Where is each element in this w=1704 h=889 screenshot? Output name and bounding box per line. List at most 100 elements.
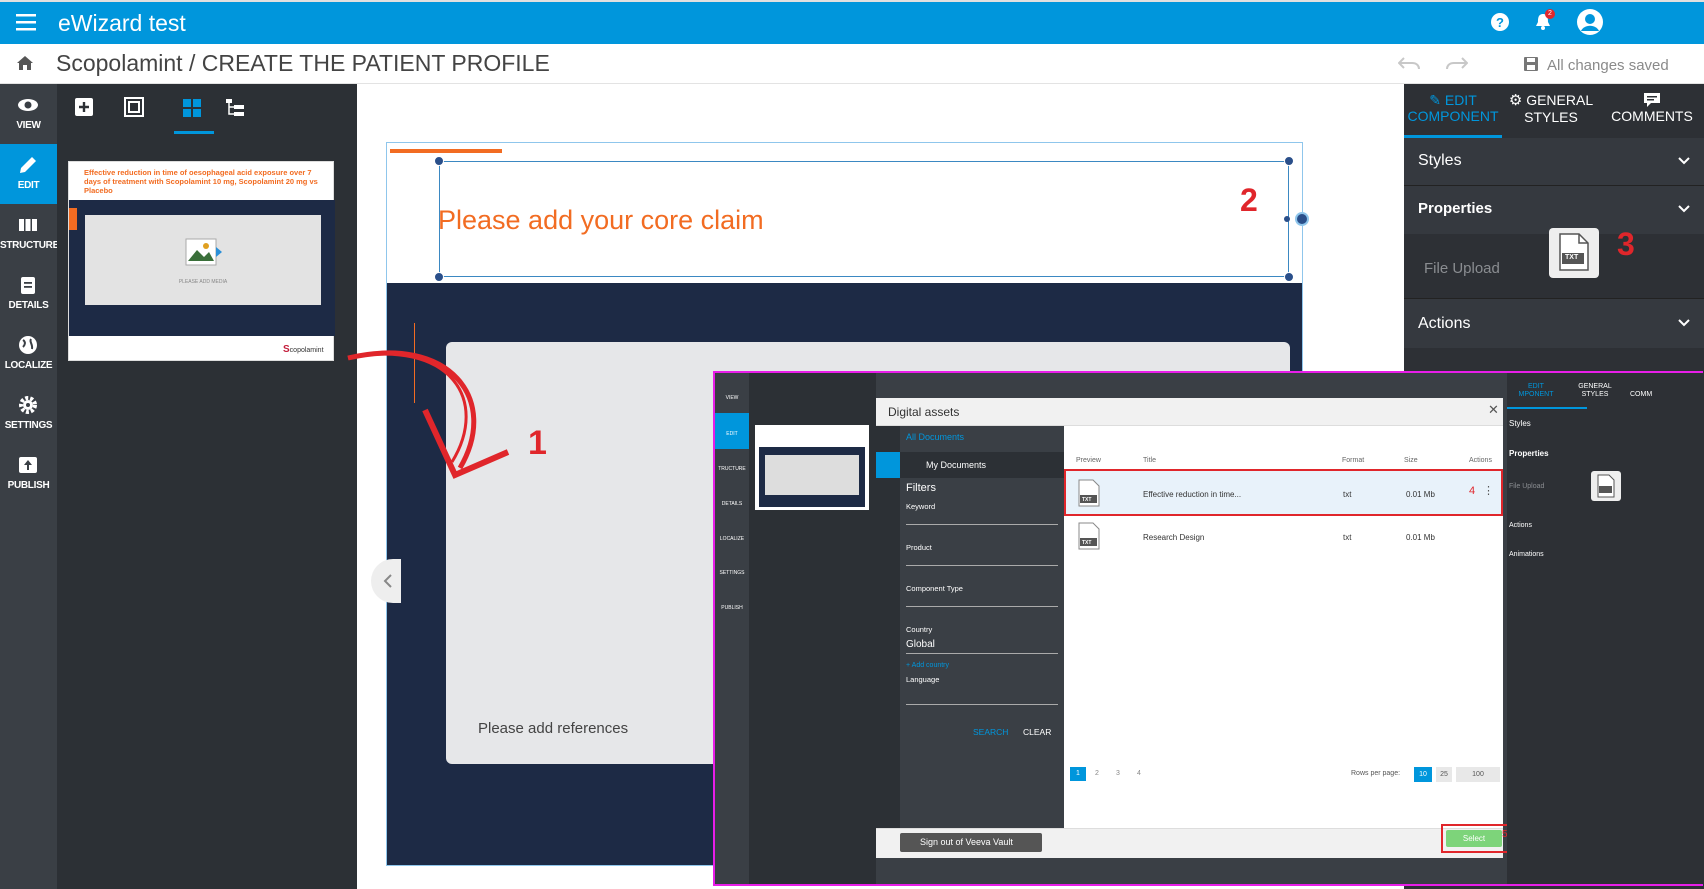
col-preview: Preview [1076, 457, 1101, 464]
file-upload-button[interactable]: TXT [1549, 228, 1599, 278]
prev-slide-button[interactable] [371, 559, 401, 603]
resize-handle[interactable] [1284, 156, 1294, 166]
clear-button[interactable]: CLEAR [1023, 727, 1051, 737]
file-upload-label: File Upload [1424, 260, 1500, 277]
resize-handle[interactable] [434, 272, 444, 282]
filter-country-label: Country [906, 625, 933, 634]
breadcrumb: Scopolamint / CREATE THE PATIENT PROFILE [56, 50, 550, 76]
row-format: txt [1343, 490, 1352, 499]
chevron-left-icon [383, 574, 392, 588]
filter-component-type-input[interactable] [906, 606, 1058, 607]
table-row[interactable]: TXT Effective reduction in time... txt 0… [1064, 469, 1503, 516]
image-icon [185, 238, 222, 266]
mini-slide-thumbnail [755, 425, 869, 510]
resize-handle[interactable] [434, 156, 444, 166]
annotation-arrow [347, 350, 510, 479]
thumbnail-title: Effective reduction in time of oesophage… [84, 168, 318, 195]
slide-thumbnail[interactable]: Effective reduction in time of oesophage… [68, 161, 335, 361]
signout-button[interactable]: Sign out of Veeva Vault [900, 833, 1042, 852]
undo-icon[interactable] [1398, 56, 1420, 70]
txt-badge: TXT [1082, 497, 1092, 503]
resize-handle[interactable] [1284, 272, 1294, 282]
core-claim-text[interactable]: Please add your core claim [438, 205, 764, 236]
grid-view-tab[interactable] [174, 93, 214, 134]
filter-language-label: Language [906, 675, 940, 684]
redo-icon[interactable] [1446, 56, 1468, 70]
annotation-3: 3 [1617, 226, 1635, 262]
notification-badge: 2 [1545, 9, 1555, 19]
search-button[interactable]: SEARCH [973, 727, 1008, 737]
mini-file-upload: File Upload [1509, 483, 1545, 490]
mini-tab-indicator [1507, 407, 1587, 409]
tab-comments[interactable]: COMMENTS [1600, 84, 1704, 138]
styles-heading: Styles [1418, 152, 1462, 169]
properties-heading: Properties [1418, 200, 1493, 217]
thumbnail-accent [69, 208, 77, 230]
help-icon[interactable]: ? [1490, 12, 1510, 32]
filter-country-value[interactable]: Global [906, 639, 935, 650]
comment-icon [1644, 93, 1660, 107]
tab-edit-component[interactable]: ✎ EDIT COMPONENT [1404, 84, 1502, 138]
annotation-2: 2 [1240, 182, 1258, 218]
col-format[interactable]: Format [1342, 457, 1364, 464]
mini-tab-general: GENERAL STYLES [1578, 383, 1612, 398]
table-row[interactable]: TXT Research Design txt 0.01 Mb [1064, 516, 1503, 558]
page-3[interactable]: 3 [1116, 770, 1120, 777]
tree-icon[interactable] [225, 97, 245, 117]
rotate-handle[interactable] [1295, 212, 1309, 226]
rail-item-structure[interactable]: STRUCTURE [0, 204, 59, 264]
core-claim-box[interactable]: Please add your core claim [438, 161, 1289, 277]
add-slide-icon[interactable] [74, 97, 94, 117]
rail-label: LOCALIZE [4, 360, 53, 371]
rpp-10[interactable]: 10 [1414, 767, 1432, 782]
filter-component-type-label: Component Type [906, 584, 963, 593]
rpp-25[interactable]: 25 [1436, 767, 1452, 782]
resize-handle[interactable] [1284, 216, 1290, 222]
annotation-4: 4 [1469, 485, 1476, 497]
filter-keyword-input[interactable] [906, 524, 1058, 525]
rpp-100[interactable]: 100 [1456, 767, 1500, 782]
references-text[interactable]: Please add references [478, 720, 628, 737]
filter-product-label: Product [906, 543, 932, 552]
rail-item-details[interactable]: DETAILS [0, 264, 57, 324]
select-button[interactable]: Select [1446, 830, 1502, 847]
mini-rail-label: PUBLISH [721, 605, 743, 611]
tab-general-styles[interactable]: ⚙ GENERAL STYLES [1502, 84, 1600, 138]
digital-assets-modal: Digital assets ✕ All Documents My Docume… [876, 398, 1511, 858]
modal-header: Digital assets ✕ [876, 398, 1503, 426]
txt-badge: TXT [1082, 540, 1092, 546]
rail-item-localize[interactable]: LOCALIZE [0, 324, 57, 384]
col-title[interactable]: Title [1143, 457, 1156, 464]
mini-tab-comments: COMM [1630, 391, 1653, 398]
filter-language-input[interactable] [906, 704, 1058, 705]
row-menu-icon[interactable]: ⋮ [1483, 484, 1494, 497]
filter-product-input[interactable] [906, 565, 1058, 566]
rail-item-publish[interactable]: PUBLISH [0, 444, 57, 504]
globe-icon [19, 336, 37, 354]
mini-tab-edit: EDIT MPONENT [1518, 383, 1554, 398]
user-avatar-icon[interactable] [1576, 8, 1604, 36]
properties-section[interactable]: Properties [1404, 186, 1704, 234]
actions-section[interactable]: Actions [1404, 298, 1704, 348]
vault-icon[interactable] [876, 452, 900, 478]
page-1[interactable]: 1 [1070, 767, 1086, 781]
actions-heading: Actions [1418, 315, 1471, 332]
page-4[interactable]: 4 [1137, 770, 1141, 777]
nav-my-documents-row[interactable]: My Documents [900, 452, 1064, 478]
menu-icon[interactable] [16, 13, 36, 31]
mini-thumbnail-body [759, 447, 865, 507]
col-size[interactable]: Size [1404, 457, 1418, 464]
styles-section[interactable]: Styles [1404, 138, 1704, 186]
pencil-icon [20, 157, 36, 173]
rail-item-view[interactable]: VIEW [0, 84, 57, 144]
rows-per-page-label: Rows per page: [1351, 770, 1401, 777]
rail-item-settings[interactable]: SETTINGS [0, 384, 57, 444]
page-2[interactable]: 2 [1095, 770, 1099, 777]
close-icon[interactable]: ✕ [1488, 402, 1499, 418]
add-country-link[interactable]: + Add country [906, 662, 949, 669]
mini-rail-label: DETAILS [721, 501, 743, 507]
home-icon[interactable] [16, 55, 34, 71]
frame-icon[interactable] [124, 97, 144, 117]
rail-item-edit[interactable]: EDIT [0, 144, 57, 204]
nav-all-documents[interactable]: All Documents [906, 432, 964, 442]
